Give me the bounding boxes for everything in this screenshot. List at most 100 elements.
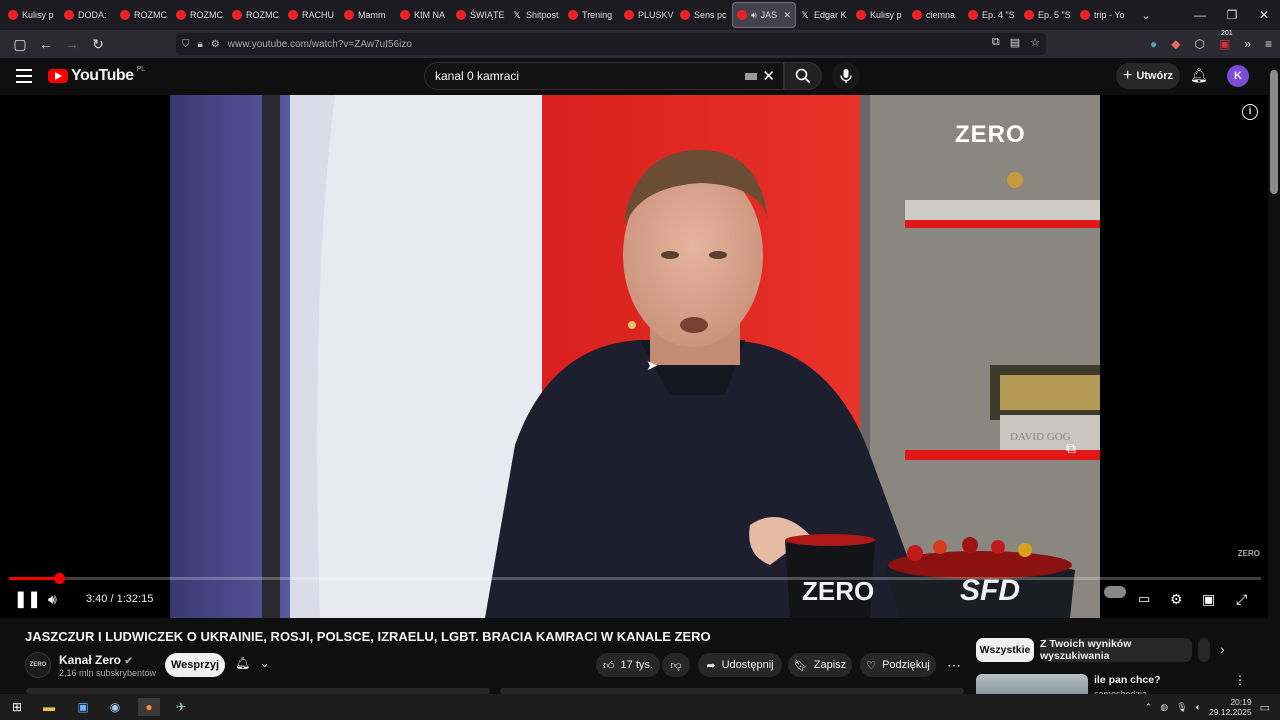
taskbar-clock[interactable]: 20:19 29.12.2025 bbox=[1209, 697, 1252, 717]
shield-icon: ⛉ bbox=[182, 38, 190, 50]
browser-tab-label: Kulisy p bbox=[22, 10, 54, 20]
video-player[interactable]: ZERO DAVID GOG ZERO SFD ⧉ i ZERO ➤ ❚❚ 🔊︎… bbox=[0, 95, 1280, 618]
browser-tab[interactable]: Ep. 5 "S bbox=[1020, 2, 1076, 28]
chip-all[interactable]: Wszystkie bbox=[976, 638, 1034, 662]
browser-tab[interactable]: Ep. 4 "S bbox=[964, 2, 1020, 28]
back-icon[interactable]: ← bbox=[34, 36, 58, 52]
extension-badge-icon[interactable]: ▣ 201 bbox=[1219, 30, 1233, 51]
clear-search-icon[interactable]: ✕ bbox=[762, 67, 775, 85]
overflow-chevron-icon[interactable]: » bbox=[1244, 37, 1251, 51]
sidebar-toggle-icon[interactable]: ▢ bbox=[8, 36, 32, 53]
browser-tab[interactable]: Sens pc bbox=[676, 2, 732, 28]
app-icon[interactable]: ✈ bbox=[172, 698, 190, 716]
notification-settings-button[interactable]: 🔔︎ ⌄ bbox=[235, 656, 270, 670]
browser-tab[interactable]: 𝕏 Edgar K bbox=[796, 2, 852, 28]
channel-name[interactable]: Kanał Zero ✔︎ bbox=[59, 653, 133, 667]
mic-tray-icon[interactable]: 🎙︎ bbox=[1176, 702, 1187, 713]
browser-tab[interactable]: DODA: bbox=[60, 2, 116, 28]
picture-in-picture-icon[interactable]: ⧉ bbox=[992, 36, 1000, 49]
speaker-icon[interactable]: 🔊︎ bbox=[751, 10, 757, 21]
file-explorer-icon[interactable]: ▬ bbox=[40, 698, 58, 716]
youtube-header: YouTube PL kanal 0 kamraci ✕ + Utwórz 🔔︎… bbox=[0, 58, 1280, 95]
dislike-button[interactable]: 👎︎ bbox=[662, 653, 690, 677]
thanks-button[interactable]: ♡ Podziękuj bbox=[860, 653, 936, 677]
browser-tab[interactable]: PLUSKV bbox=[620, 2, 676, 28]
chip-partial[interactable] bbox=[1198, 638, 1210, 662]
menu-icon[interactable] bbox=[16, 69, 32, 87]
tray-chevron-icon[interactable]: ⌃ bbox=[1145, 702, 1153, 713]
support-button[interactable]: Wesprzyj bbox=[165, 653, 225, 677]
channel-avatar[interactable]: ZERO bbox=[25, 652, 51, 678]
tab-list-chevron-icon[interactable]: ⌄ bbox=[1132, 9, 1160, 22]
volume-icon[interactable]: 🔊︎ bbox=[48, 591, 57, 608]
browser-tab[interactable]: KIM NA bbox=[396, 2, 452, 28]
url-text[interactable]: www.youtube.com/watch?v=ZAw7uI56izo bbox=[228, 39, 412, 50]
firefox-icon[interactable]: ● bbox=[138, 698, 160, 716]
browser-tab[interactable]: ciemna bbox=[908, 2, 964, 28]
clock-date: 29.12.2025 bbox=[1209, 707, 1252, 717]
close-tab-icon[interactable]: ✕ bbox=[783, 10, 791, 21]
share-button[interactable]: ➦ Udostępnij bbox=[698, 653, 782, 677]
close-window-icon[interactable]: ✕ bbox=[1248, 0, 1280, 30]
minimize-icon[interactable]: — bbox=[1184, 0, 1216, 30]
cast-icon[interactable]: ⧉ bbox=[1066, 440, 1076, 457]
subtitles-icon[interactable]: ▭ bbox=[1138, 591, 1150, 607]
save-button[interactable]: 🔖︎ Zapisz bbox=[788, 653, 852, 677]
notifications-center-icon[interactable]: ▭ bbox=[1260, 701, 1270, 714]
browser-tab[interactable]: ROZMC bbox=[172, 2, 228, 28]
browser-tab[interactable]: 𝕏 Shitpost bbox=[508, 2, 564, 28]
speaker-tray-icon[interactable]: 🔈︎ bbox=[1196, 702, 1201, 713]
scrubber-handle[interactable] bbox=[53, 573, 65, 584]
app-menu-icon[interactable]: ≡ bbox=[1265, 37, 1272, 51]
account-avatar[interactable]: K bbox=[1227, 65, 1249, 87]
browser-tab[interactable]: trip - Yo bbox=[1076, 2, 1132, 28]
search-input[interactable]: kanal 0 kamraci ✕ bbox=[424, 62, 784, 90]
scrollbar-thumb[interactable] bbox=[1270, 70, 1278, 194]
network-icon[interactable]: ◍ bbox=[1160, 702, 1168, 713]
pause-icon[interactable]: ❚❚ bbox=[14, 589, 41, 609]
address-bar[interactable]: ⛉ 🔒︎ ⚙ www.youtube.com/watch?v=ZAw7uI56i… bbox=[176, 33, 1046, 55]
page-scrollbar[interactable] bbox=[1268, 58, 1280, 700]
steam-icon[interactable]: ◉ bbox=[106, 698, 124, 716]
browser-tab[interactable]: ROZMC bbox=[116, 2, 172, 28]
forward-icon[interactable]: → bbox=[60, 36, 84, 52]
bookmark-star-icon[interactable]: ☆ bbox=[1030, 36, 1040, 49]
autoplay-toggle-icon[interactable] bbox=[1104, 586, 1126, 598]
browser-tab[interactable]: Kulisy p bbox=[4, 2, 60, 28]
browser-tab[interactable]: Kulisy p bbox=[852, 2, 908, 28]
verified-icon: ✔︎ bbox=[124, 656, 133, 667]
progress-bar[interactable] bbox=[9, 573, 1261, 584]
create-button[interactable]: + Utwórz bbox=[1116, 63, 1180, 89]
search-button[interactable] bbox=[784, 62, 822, 90]
browser-tab-label: Edgar K bbox=[814, 10, 847, 20]
more-actions-icon[interactable]: ⋯ bbox=[944, 653, 964, 677]
browser-tab[interactable]: Trening bbox=[564, 2, 620, 28]
keyboard-icon[interactable] bbox=[745, 73, 757, 80]
youtube-logo[interactable]: YouTube PL bbox=[48, 66, 145, 85]
video-frame[interactable]: ZERO DAVID GOG ZERO SFD ⧉ bbox=[170, 95, 1100, 618]
recommended-title[interactable]: ile pan chce? bbox=[1094, 674, 1161, 686]
reload-icon[interactable]: ↻ bbox=[86, 36, 110, 53]
info-icon[interactable]: i bbox=[1242, 104, 1258, 120]
fullscreen-icon[interactable]: ⤢ bbox=[1236, 591, 1247, 608]
extensions-puzzle-icon[interactable]: ⬡ bbox=[1194, 37, 1204, 51]
restore-icon[interactable]: ❐ bbox=[1216, 0, 1248, 30]
miniplayer-icon[interactable]: ▣ bbox=[1202, 591, 1215, 608]
browser-tab[interactable]: ROZMC bbox=[228, 2, 284, 28]
browser-tab[interactable]: Mamm bbox=[340, 2, 396, 28]
settings-gear-icon[interactable]: ⚙ bbox=[1170, 591, 1183, 608]
extension-shield-icon[interactable]: ● bbox=[1150, 37, 1157, 51]
display-app-icon[interactable]: ▣ bbox=[74, 698, 92, 716]
windows-start-icon[interactable]: ⊞ bbox=[8, 698, 26, 716]
like-button[interactable]: 👍︎ 17 tys. bbox=[596, 653, 660, 677]
voice-search-button[interactable] bbox=[832, 62, 860, 90]
reader-view-icon[interactable]: ▤ bbox=[1010, 36, 1020, 49]
notifications-bell-icon[interactable]: 🔔︎ bbox=[1190, 67, 1208, 84]
browser-tab[interactable]: 🔊︎ JAS ✕ bbox=[732, 2, 796, 28]
browser-tab[interactable]: RACHU bbox=[284, 2, 340, 28]
browser-tab[interactable]: ŚWIĄTE bbox=[452, 2, 508, 28]
chevron-right-icon[interactable]: › bbox=[1220, 641, 1225, 657]
extension-fox-icon[interactable]: ◆ bbox=[1171, 37, 1180, 51]
recommended-menu-icon[interactable]: ⋮ bbox=[1234, 673, 1246, 687]
chip-from-search[interactable]: Z Twoich wyników wyszukiwania bbox=[1040, 638, 1192, 662]
